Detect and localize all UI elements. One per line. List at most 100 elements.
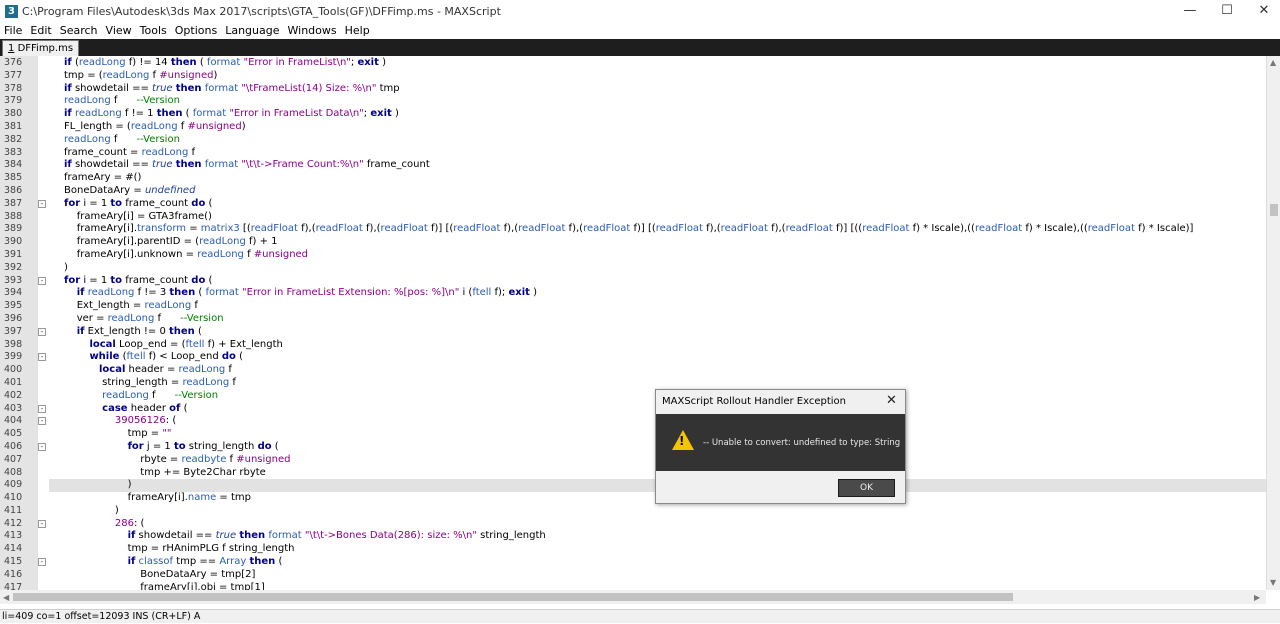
code-line[interactable]: 392)	[0, 262, 1266, 275]
scroll-up-arrow-icon[interactable]: ▲	[1270, 58, 1276, 67]
code-line[interactable]: 378 if showdetail == true then format "\t…	[0, 83, 1266, 96]
code-line[interactable]: 415 - if classof tmp == Array then (	[0, 556, 1266, 569]
fold-toggle-icon[interactable]: -	[38, 519, 46, 528]
code-line[interactable]: 397 - if Ext_length != 0 then (	[0, 326, 1266, 339]
maxscript-app-icon: 3	[5, 5, 18, 18]
code-text: if readLong f != 3 then ( format "Error …	[64, 287, 537, 300]
code-line[interactable]: 391 frameAry[i].unknown = readLong f #un…	[0, 249, 1266, 262]
menu-language[interactable]: Language	[221, 22, 283, 39]
code-line[interactable]: 399- while (ftell f) < Loop_end do (	[0, 351, 1266, 364]
menu-windows[interactable]: Windows	[284, 22, 341, 39]
code-editor[interactable]: 376 if (readLong f) != 14 then ( format "…	[0, 56, 1266, 590]
code-token: f) * Iscale),((	[909, 223, 975, 235]
code-token: then	[156, 108, 183, 120]
code-line[interactable]: 385 frameAry = #()	[0, 172, 1266, 185]
menu-options[interactable]: Options	[171, 22, 221, 39]
menu-view[interactable]: View	[102, 22, 136, 39]
code-line[interactable]: 384 if showdetail == true then format "\t…	[0, 159, 1266, 172]
menu-search[interactable]: Search	[56, 22, 102, 39]
line-number: 409	[4, 479, 23, 491]
code-line[interactable]: 377 tmp = (readLong f #unsigned)	[0, 70, 1266, 83]
line-number: 387	[4, 197, 23, 209]
menu-tools[interactable]: Tools	[136, 22, 171, 39]
code-line[interactable]: 402 readLong f --Version	[0, 390, 1266, 403]
code-line[interactable]: 393 - for i = 1 to frame_count do (	[0, 275, 1266, 288]
code-token: readFloat	[250, 223, 298, 235]
code-text: local header = readLong f	[64, 364, 232, 377]
menu-edit[interactable]: Edit	[26, 22, 55, 39]
code-line[interactable]: 407 rbyte = readbyte f #unsigned	[0, 454, 1266, 467]
code-line[interactable]: 394 if readLong f != 3 then ( format "Er…	[0, 287, 1266, 300]
horizontal-scrollbar[interactable]: ◀ ▶	[0, 590, 1266, 604]
code-line[interactable]: 404 - 39056126: (	[0, 415, 1266, 428]
line-number: 383	[4, 146, 23, 158]
code-token: )	[529, 287, 538, 299]
fold-toggle-icon[interactable]: -	[38, 442, 46, 451]
code-token: exit	[508, 287, 530, 299]
code-text: if showdetail == true then format "\t\t-…	[64, 530, 546, 543]
code-token: if	[76, 325, 85, 337]
code-line[interactable]: 379 readLong f --Version	[0, 95, 1266, 108]
code-line[interactable]: 387 - for i = 1 to frame_count do (	[0, 198, 1266, 211]
code-line[interactable]: 411 )	[0, 505, 1266, 518]
code-token: then	[170, 57, 197, 68]
code-line[interactable]: 390 frameAry[i].parentID = (readLong f) …	[0, 236, 1266, 249]
tab-dffimp[interactable]: 1 DFFimp.ms	[2, 40, 80, 56]
fold-toggle-icon[interactable]: -	[38, 353, 46, 362]
code-token: then	[169, 325, 195, 337]
scroll-down-arrow-icon[interactable]: ▼	[1270, 578, 1276, 587]
code-line[interactable]: 398 local Loop_end = (ftell f) + Ext_len…	[0, 339, 1266, 352]
code-line[interactable]: 395 Ext_length = readLong f	[0, 300, 1266, 313]
code-line[interactable]: 400 local header = readLong f	[0, 364, 1266, 377]
code-line[interactable]: 386 BoneDataAry = undefined	[0, 185, 1266, 198]
ok-button[interactable]: OK	[838, 479, 895, 497]
menu-file[interactable]: File	[0, 22, 26, 39]
horizontal-scroll-thumb[interactable]	[13, 593, 1013, 601]
code-text: frameAry[i].unknown = readLong f #unsign…	[64, 249, 308, 262]
dialog-close-icon[interactable]: ✕	[886, 393, 897, 408]
code-line[interactable]: 376 if (readLong f) != 14 then ( format "…	[0, 57, 1266, 70]
code-token: local	[89, 338, 116, 350]
code-line[interactable]: 389 frameAry[i].transform = matrix3 [(re…	[0, 223, 1266, 236]
code-token: = tmp	[216, 492, 251, 504]
code-line[interactable]: 388 frameAry[i] = GTA3frame()	[0, 211, 1266, 224]
code-line[interactable]: 405 tmp = ""	[0, 428, 1266, 441]
code-line[interactable]: 410 frameAry[i].name = tmp	[0, 492, 1266, 505]
code-line[interactable]: 412 - 286: (	[0, 518, 1266, 531]
code-line[interactable]: 414 tmp = rHAnimPLG f string_length	[0, 543, 1266, 556]
menu-help[interactable]: Help	[341, 22, 374, 39]
line-number: 379	[4, 95, 23, 107]
vertical-scroll-thumb[interactable]	[1270, 204, 1278, 216]
fold-toggle-icon[interactable]: -	[38, 558, 46, 567]
code-token: tmp ==	[173, 556, 220, 568]
code-line[interactable]: 380 if readLong f != 1 then ( format "Err…	[0, 108, 1266, 121]
code-token: f	[148, 389, 175, 401]
scroll-left-arrow-icon[interactable]: ◀	[3, 593, 9, 602]
code-line[interactable]: 403 - case header of (	[0, 403, 1266, 416]
fold-toggle-icon[interactable]: -	[38, 199, 46, 208]
fold-toggle-icon[interactable]: -	[38, 417, 46, 426]
code-line[interactable]: 417 frameAry[i].obj = tmp[1]	[0, 582, 1266, 590]
code-token: "Error in FrameList\n"	[243, 57, 351, 68]
fold-toggle-icon[interactable]: -	[38, 276, 46, 285]
code-token: (	[271, 440, 279, 452]
code-line[interactable]: 416 BoneDataAry = tmp[2]	[0, 569, 1266, 582]
minimize-button[interactable]: —	[1170, 0, 1210, 22]
fold-toggle-icon[interactable]: -	[38, 327, 46, 336]
code-line[interactable]: 409 )	[0, 479, 1266, 493]
code-line[interactable]: 381 FL_length = (readLong f #unsigned)	[0, 121, 1266, 134]
code-line[interactable]: 382 readLong f --Version	[0, 134, 1266, 147]
code-line[interactable]: 406 - for j = 1 to string_length do (	[0, 441, 1266, 454]
code-line[interactable]: 396 ver = readLong f --Version	[0, 313, 1266, 326]
maximize-button[interactable]: ☐	[1207, 0, 1247, 22]
code-token: f	[188, 146, 196, 158]
close-window-button[interactable]: ✕	[1244, 0, 1280, 22]
code-line[interactable]: 401 string_length = readLong f	[0, 377, 1266, 390]
fold-toggle-icon[interactable]: -	[38, 404, 46, 413]
code-line[interactable]: 413 if showdetail == true then format "\…	[0, 530, 1266, 543]
code-line[interactable]: 408 tmp += Byte2Char rbyte	[0, 467, 1266, 480]
vertical-scrollbar[interactable]: ▲ ▼	[1266, 56, 1280, 590]
code-line[interactable]: 383 frame_count = readLong f	[0, 147, 1266, 160]
code-token: to	[110, 197, 123, 209]
scroll-right-arrow-icon[interactable]: ▶	[1254, 593, 1260, 602]
